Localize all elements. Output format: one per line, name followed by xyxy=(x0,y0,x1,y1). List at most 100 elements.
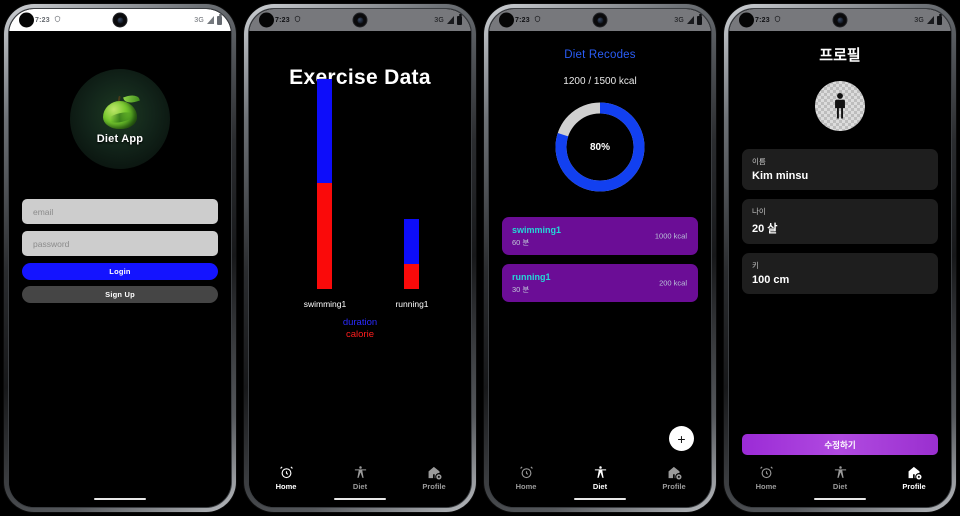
calorie-progress-donut: 80% xyxy=(552,99,648,195)
nav-item-home[interactable]: Home xyxy=(729,465,803,491)
nav-item-diet[interactable]: Diet xyxy=(803,465,877,491)
field-value: 100 cm xyxy=(752,274,790,286)
list-item[interactable]: running1 30 분 200 kcal xyxy=(502,264,698,302)
nav-item-home[interactable]: Home xyxy=(249,465,323,491)
battery-icon xyxy=(937,14,942,25)
nav-label-profile: Profile xyxy=(422,482,446,491)
profile-field-name[interactable]: 이름 Kim minsu xyxy=(742,149,938,190)
bar-category-label: running1 xyxy=(395,299,429,309)
nav-label-home: Home xyxy=(515,482,537,491)
page-title: Diet Recodes xyxy=(564,49,636,61)
nav-label-diet: Diet xyxy=(592,482,608,491)
login-screen: 7:23 3G Diet App email password Login Si… xyxy=(9,9,231,507)
avatar-container xyxy=(729,81,951,131)
home-photo-icon xyxy=(667,465,682,480)
progress-percent-label: 80% xyxy=(589,141,610,153)
page-title: 프로필 xyxy=(819,47,861,64)
status-bar: 7:23 3G xyxy=(489,9,711,31)
avatar[interactable] xyxy=(815,81,865,131)
add-record-fab[interactable]: + xyxy=(669,426,694,451)
home-indicator[interactable] xyxy=(814,497,866,500)
nav-item-home[interactable]: Home xyxy=(489,465,563,491)
email-field[interactable]: email xyxy=(22,199,218,224)
login-form: email password Login Sign Up xyxy=(9,199,231,303)
phone-login: 7:23 3G Diet App email password Login Si… xyxy=(4,4,236,512)
nav-label-profile: Profile xyxy=(662,482,686,491)
green-apple-icon xyxy=(103,92,140,129)
home-photo-icon xyxy=(427,465,442,480)
record-kcal: 1000 kcal xyxy=(654,231,687,241)
signal-icon xyxy=(207,16,214,24)
bottom-navigation: Home Diet Profile xyxy=(489,461,711,507)
shield-icon xyxy=(294,15,301,25)
bottom-navigation: Home Diet Profile xyxy=(729,461,951,507)
person-silhouette-icon xyxy=(835,92,845,119)
diet-screen: 7:23 3G Diet Recodes 1200 / 1500 kcal 80… xyxy=(489,9,711,507)
nav-item-diet[interactable]: Diet xyxy=(323,465,397,491)
home-indicator[interactable] xyxy=(94,497,146,500)
network-type-label: 3G xyxy=(914,16,924,24)
front-camera-punch-hole xyxy=(19,12,34,28)
profile-body: 프로필 이름 Kim minsu 나이 20 살 키 100 cm 수정하기 H… xyxy=(729,31,951,507)
exercise-screen: 7:23 3G Exercise Data swimming1 running1… xyxy=(249,9,471,507)
logo-container: Diet App xyxy=(9,69,231,169)
bar-segment-calorie xyxy=(404,264,419,289)
logo-label: Diet App xyxy=(96,133,144,145)
nav-label-diet: Diet xyxy=(832,482,848,491)
signup-button[interactable]: Sign Up xyxy=(22,286,218,303)
nav-label-home: Home xyxy=(755,482,777,491)
bar-group xyxy=(404,219,419,289)
profile-field-height[interactable]: 키 100 cm xyxy=(742,253,938,294)
phone-inner: 7:23 3G 프로필 이름 Kim minsu 나이 20 살 키 100 c… xyxy=(728,8,952,508)
front-camera-punch-hole xyxy=(259,12,274,28)
nav-item-profile[interactable]: Profile xyxy=(397,465,471,491)
alarm-clock-icon xyxy=(759,465,774,480)
battery-icon xyxy=(217,14,222,25)
status-bar-right: 3G xyxy=(914,14,942,25)
status-time: 7:23 xyxy=(35,16,50,24)
phone-exercise: 7:23 3G Exercise Data swimming1 running1… xyxy=(244,4,476,512)
field-label: 나이 xyxy=(752,207,766,216)
bar-category-label: swimming1 xyxy=(303,299,347,309)
diet-record-list: swimming1 60 분 1000 kcal running1 30 분 2… xyxy=(489,217,711,302)
bar-segment-duration xyxy=(404,219,419,264)
phone-diet: 7:23 3G Diet Recodes 1200 / 1500 kcal 80… xyxy=(484,4,716,512)
screenshot-stage: 7:23 3G Diet App email password Login Si… xyxy=(0,0,960,516)
nav-item-diet[interactable]: Diet xyxy=(563,465,637,491)
status-time: 7:23 xyxy=(275,16,290,24)
status-bar: 7:23 3G xyxy=(249,9,471,31)
bar-segment-calorie xyxy=(317,183,332,289)
nav-item-profile[interactable]: Profile xyxy=(637,465,711,491)
center-camera-icon xyxy=(112,12,128,28)
status-bar: 7:23 3G xyxy=(9,9,231,31)
home-indicator[interactable] xyxy=(334,497,386,500)
diet-body: Diet Recodes 1200 / 1500 kcal 80% swimmi… xyxy=(489,31,711,507)
nav-item-profile[interactable]: Profile xyxy=(877,465,951,491)
field-value: 20 살 xyxy=(752,223,778,235)
battery-icon xyxy=(697,14,702,25)
field-label: 이름 xyxy=(752,157,766,166)
field-label: 키 xyxy=(752,261,759,270)
login-body: Diet App email password Login Sign Up xyxy=(9,31,231,507)
nav-label-home: Home xyxy=(275,482,297,491)
bar-segment-duration xyxy=(317,79,332,183)
app-logo: Diet App xyxy=(70,69,170,169)
phone-inner: 7:23 3G Diet App email password Login Si… xyxy=(8,8,232,508)
password-field[interactable]: password xyxy=(22,231,218,256)
shield-icon xyxy=(774,15,781,25)
bar-group xyxy=(317,79,332,289)
status-bar: 7:23 3G xyxy=(729,9,951,31)
phone-profile: 7:23 3G 프로필 이름 Kim minsu 나이 20 살 키 100 c… xyxy=(724,4,956,512)
progress-container: 80% xyxy=(489,99,711,195)
battery-icon xyxy=(457,14,462,25)
exercise-bar-chart: swimming1 running1 xyxy=(249,79,471,323)
edit-profile-button[interactable]: 수정하기 xyxy=(742,434,938,455)
phone-inner: 7:23 3G Exercise Data swimming1 running1… xyxy=(248,8,472,508)
home-indicator[interactable] xyxy=(574,497,626,500)
profile-field-age[interactable]: 나이 20 살 xyxy=(742,199,938,244)
shield-icon xyxy=(534,15,541,25)
network-type-label: 3G xyxy=(434,16,444,24)
record-kcal: 200 kcal xyxy=(659,278,687,288)
login-button[interactable]: Login xyxy=(22,263,218,280)
list-item[interactable]: swimming1 60 분 1000 kcal xyxy=(502,217,698,255)
